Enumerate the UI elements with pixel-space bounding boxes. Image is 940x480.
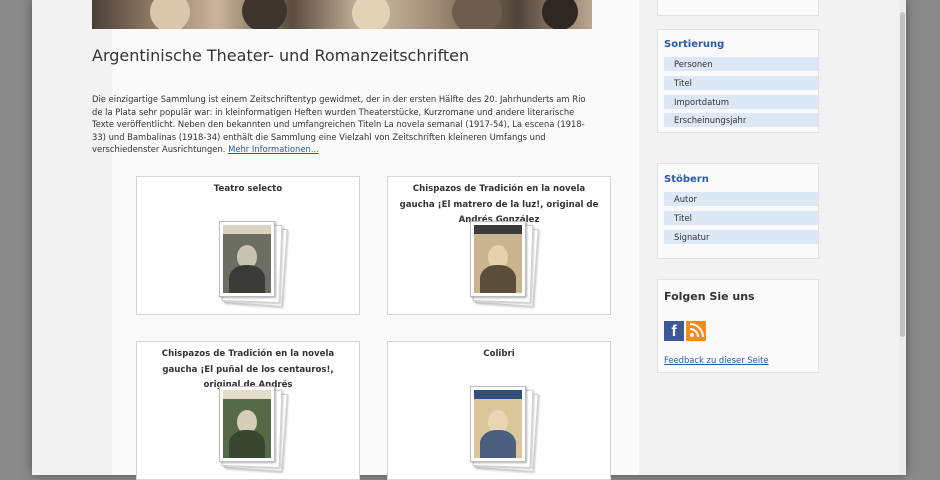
rss-icon[interactable]	[686, 321, 706, 341]
sort-item-importdatum[interactable]: Importdatum	[664, 94, 818, 109]
collection-card[interactable]: Chispazos de Tradición en la novela gauc…	[387, 176, 611, 315]
browse-title: Stöbern	[664, 174, 709, 185]
sort-list: Personen Titel Importdatum Erscheinungsj…	[664, 57, 818, 132]
page-title: Argentinische Theater- und Romanzeitschr…	[92, 46, 470, 65]
card-title[interactable]: Teatro selecto	[147, 182, 349, 198]
card-thumbnail[interactable]	[219, 221, 288, 307]
card-title[interactable]: Colibri	[398, 347, 600, 363]
collection-card[interactable]: Teatro selecto	[136, 176, 360, 315]
sort-panel: Sortierung Personen Titel Importdatum Er…	[657, 29, 819, 133]
sidebar-box-top	[657, 0, 819, 16]
browse-panel: Stöbern Autor Titel Signatur	[657, 163, 819, 259]
sort-item-erscheinungsjahr[interactable]: Erscheinungsjahr	[664, 113, 818, 128]
sort-title: Sortierung	[664, 39, 725, 50]
follow-title: Folgen Sie uns	[664, 290, 755, 303]
scrollbar-thumb[interactable]	[900, 12, 905, 337]
more-info-link[interactable]: Mehr Informationen...	[228, 144, 319, 154]
browse-item-titel[interactable]: Titel	[664, 210, 818, 225]
card-thumbnail[interactable]	[470, 221, 539, 307]
collection-card[interactable]: Chispazos de Tradición en la novela gauc…	[136, 341, 360, 480]
browse-list: Autor Titel Signatur	[664, 192, 818, 248]
card-thumbnail[interactable]	[219, 386, 288, 472]
feedback-link[interactable]: Feedback zu dieser Seite	[664, 355, 769, 365]
card-thumbnail[interactable]	[470, 386, 539, 472]
facebook-icon[interactable]: f	[664, 321, 684, 341]
collection-card[interactable]: Colibri	[387, 341, 611, 480]
browse-item-signatur[interactable]: Signatur	[664, 229, 818, 244]
sort-item-titel[interactable]: Titel	[664, 75, 818, 90]
follow-panel: Folgen Sie uns f Feedback zu dieser Seit…	[657, 279, 819, 373]
scrollbar[interactable]	[899, 0, 906, 475]
sort-item-personen[interactable]: Personen	[664, 57, 818, 71]
intro-text: Die einzigartige Sammlung ist einem Zeit…	[92, 94, 586, 155]
hero-banner-image	[92, 0, 592, 29]
browse-item-autor[interactable]: Autor	[664, 192, 818, 206]
